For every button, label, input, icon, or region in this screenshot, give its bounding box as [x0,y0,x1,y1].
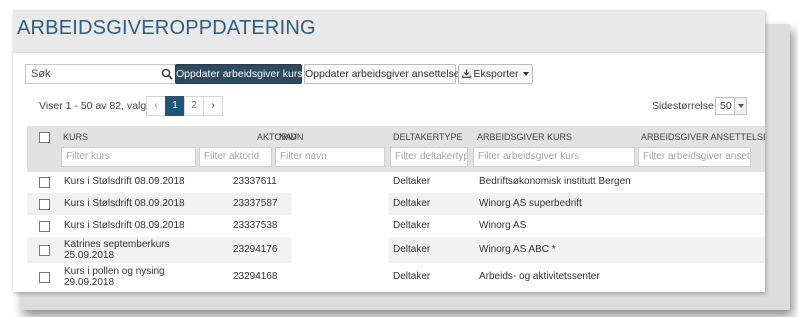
cell-kurs-line2: 29.09.2018 [64,277,115,288]
export-label: Eksporter [473,68,519,80]
search-input[interactable]: Søk [25,64,179,84]
table-row[interactable]: Kurs i Stølsdrift 08.09.2018 23337538 De… [27,215,765,237]
search-text: Søk [31,68,51,80]
column-header-arbeidsgiver-kurs[interactable]: ARBEIDSGIVER KURS [477,132,572,142]
cell-aktorid: 23337538 [233,220,278,231]
cell-kurs: Kurs i Stølsdrift 08.09.2018 [64,176,185,187]
column-header-arbeidsgiver-ansettelse[interactable]: ARBEIDSGIVER ANSETTELSE [641,132,765,142]
cell-deltakertype: Deltaker [393,198,431,209]
column-header-kurs[interactable]: KURS [63,132,88,142]
row-checkbox[interactable] [39,245,50,256]
row-checkbox[interactable] [39,272,50,283]
cell-arbeidsgiver-kurs: Winorg AS ABC * [479,244,556,255]
cell-arbeidsgiver-kurs: Arbeids- og aktivitetssenter [479,271,600,282]
cell-kurs-line2: 25.09.2018 [64,250,115,261]
filter-arbeidsgiver-ansettelse-input[interactable]: Filter arbeidsgiver ansette [638,147,751,167]
cell-arbeidsgiver-kurs: Winorg AS superbedrift [479,198,582,209]
download-icon [461,69,471,78]
filter-navn-input[interactable]: Filter navn [275,147,385,167]
cell-deltakertype: Deltaker [393,244,431,255]
select-all-checkbox[interactable] [39,132,50,143]
search-icon[interactable] [161,68,173,80]
row-checkbox[interactable] [39,221,50,232]
cell-deltakertype: Deltaker [393,176,431,187]
cell-navn-empty [291,237,389,263]
page-title: ARBEIDSGIVEROPPDATERING [17,17,316,39]
cell-arbeidsgiver-kurs: Winorg AS [479,220,527,231]
row-checkbox[interactable] [39,177,50,188]
table-row[interactable]: Kurs i Stølsdrift 08.09.2018 23337587 De… [27,193,765,215]
filter-arbeidsgiver-kurs-input[interactable]: Filter arbeidsgiver kurs [473,147,635,167]
pagination-summary: Viser 1 - 50 av 82, valgt 0 [39,100,158,112]
update-course-employer-button[interactable]: Oppdater arbeidsgiver kurs [175,64,303,84]
cell-navn-empty [291,193,389,215]
cell-kurs: Kurs i Stølsdrift 08.09.2018 [64,220,185,231]
column-header-deltakertype[interactable]: DELTAKERTYPE [393,132,463,142]
filter-kurs-input[interactable]: Filter kurs [61,147,196,167]
main-panel: ARBEIDSGIVEROPPDATERING Søk Oppdater arb… [13,10,765,292]
caret-down-icon [523,72,530,76]
cell-deltakertype: Deltaker [393,220,431,231]
page-size-label: Sidestørrelse: [652,100,717,112]
cell-kurs-line1: Katrines septemberkurs [64,239,170,250]
column-header-navn[interactable]: NAVN [279,132,303,142]
page-size-select[interactable]: 50 [715,97,747,115]
pagination: ‹ 1 2 › [146,96,223,116]
filter-aktorid-input[interactable]: Filter aktorid [199,147,272,167]
table-row[interactable]: Kurs i Stølsdrift 08.09.2018 23337611 De… [27,171,765,193]
page-1-button[interactable]: 1 [165,96,185,116]
page-header: ARBEIDSGIVEROPPDATERING [13,10,765,53]
cell-aktorid: 23337587 [233,198,278,209]
update-employment-employer-button[interactable]: Oppdater arbeidsgiver ansettelse [304,64,460,84]
chevron-down-icon[interactable] [734,98,746,114]
cell-kurs: Katrines septemberkurs 25.09.2018 [64,239,170,261]
export-button[interactable]: Eksporter [458,64,533,84]
cell-deltakertype: Deltaker [393,271,431,282]
row-checkbox[interactable] [39,199,50,210]
next-page-button[interactable]: › [203,96,223,116]
filter-deltakertype-input[interactable]: Filter deltakertype [390,147,468,167]
cell-aktorid: 23294168 [233,271,278,282]
cell-arbeidsgiver-kurs: Bedriftsøkonomisk institutt Bergen [479,176,631,187]
prev-page-button[interactable]: ‹ [146,96,166,116]
table-row[interactable]: Kurs i pollen og nysing 29.09.2018 23294… [27,264,765,290]
page-size-value: 50 [720,100,732,112]
cell-aktorid: 23337611 [233,176,277,187]
cell-aktorid: 23294176 [233,244,278,255]
cell-kurs: Kurs i pollen og nysing 29.09.2018 [64,266,165,288]
cell-kurs-line1: Kurs i pollen og nysing [64,266,165,277]
table-row[interactable]: Katrines septemberkurs 25.09.2018 232941… [27,237,765,263]
cell-kurs: Kurs i Stølsdrift 08.09.2018 [64,198,185,209]
page-2-button[interactable]: 2 [184,96,204,116]
